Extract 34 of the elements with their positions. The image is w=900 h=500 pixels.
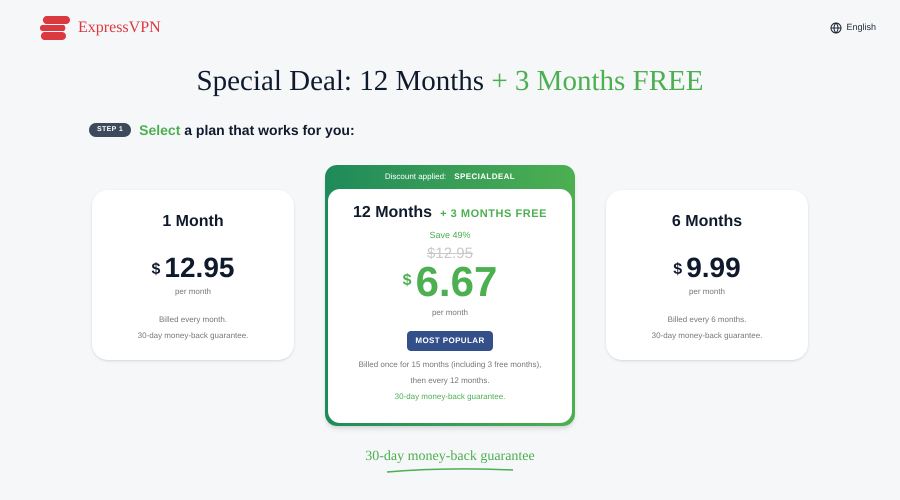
price: 6.67 xyxy=(416,261,498,303)
billing-note: 30-day money-back guarantee. xyxy=(138,330,248,342)
discount-code: SPECIALDEAL xyxy=(454,170,516,182)
most-popular-badge: MOST POPULAR xyxy=(407,331,493,351)
save-text: Save 49% xyxy=(429,228,471,242)
billing-note: then every 12 months. xyxy=(410,375,490,387)
price: 12.95 xyxy=(164,254,234,282)
discount-label: Discount applied: xyxy=(384,170,446,182)
page-title: Special Deal: 12 Months + 3 Months FREE xyxy=(196,64,704,99)
underline-stroke-icon xyxy=(385,467,515,473)
currency-symbol: $ xyxy=(673,260,682,280)
billing-note: Billed every 6 months. xyxy=(668,314,746,326)
step-instruction: Select a plan that works for you: xyxy=(139,120,355,140)
billing-note: Billed every month. xyxy=(158,314,227,326)
plan-card[interactable]: 1 Month $12.95 per month Billed every month. 30-day money-back guarantee. xyxy=(92,190,294,360)
billing-note: 30-day money-back guarantee. xyxy=(652,330,762,342)
billing-note: Billed once for 15 months (including 3 free months), xyxy=(358,359,542,371)
currency-symbol: $ xyxy=(402,271,412,291)
bonus-text: + 3 MONTHS FREE xyxy=(440,206,548,222)
plan-card[interactable]: 6 Months $9.99 per month Billed every 6 months. 30-day money-back guarantee. xyxy=(606,190,808,360)
guarantee-text: 30-day money-back guarantee xyxy=(365,448,535,466)
globe-icon xyxy=(830,22,842,34)
guarantee-note: 30-day money-back guarantee. xyxy=(394,391,506,403)
brand-name[interactable]: ExpressVPN xyxy=(78,16,161,40)
plan-name: 6 Months xyxy=(672,212,742,232)
price-unit: per month xyxy=(688,286,726,298)
plan-name: 1 Month xyxy=(162,212,224,232)
currency-symbol: $ xyxy=(152,260,160,280)
price-unit: per month xyxy=(432,307,468,319)
plan-name: 12 Months xyxy=(352,202,432,222)
price-unit: per month xyxy=(174,286,212,298)
language-selector[interactable]: English xyxy=(830,21,876,35)
logo-icon xyxy=(40,16,70,40)
price: 9.99 xyxy=(686,254,741,282)
